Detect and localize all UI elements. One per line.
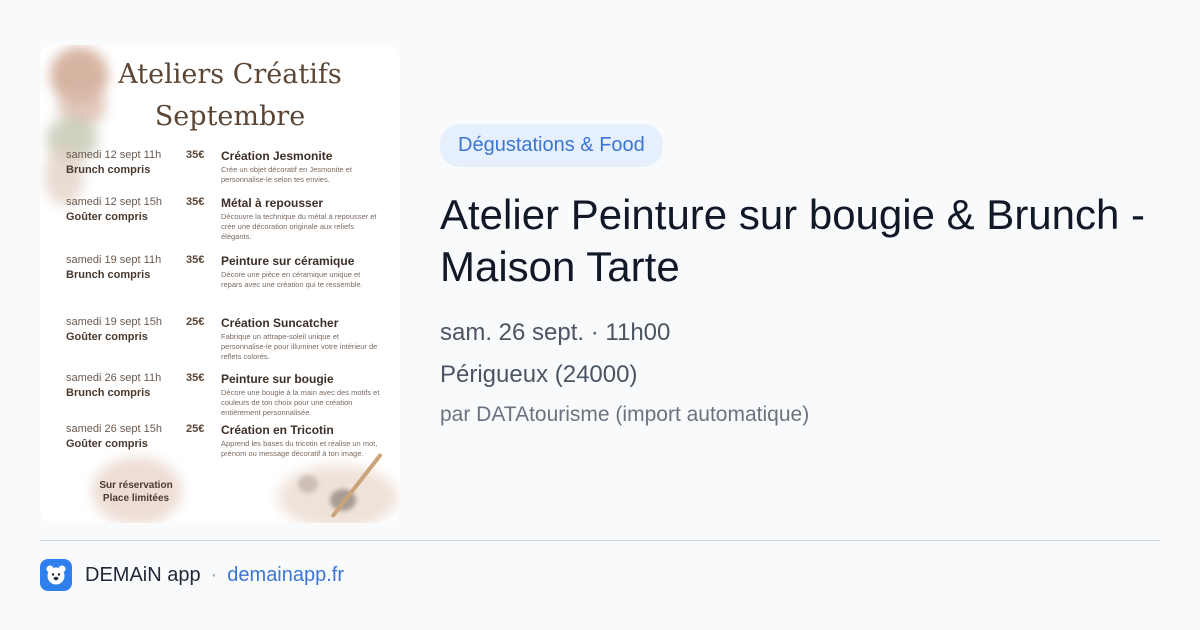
poster-event-date: samedi 19 sept 11h xyxy=(66,254,162,266)
event-location: Périgueux (24000) xyxy=(440,361,638,388)
poster-event-extra: Goûter compris xyxy=(66,211,148,223)
poster-event-date: samedi 26 sept 15h xyxy=(66,423,163,435)
bear-icon xyxy=(46,565,66,585)
poster-event-extra: Brunch compris xyxy=(66,269,151,281)
poster-event-list: samedi 12 sept 11h Brunch compris 35€ Cr… xyxy=(40,45,400,523)
event-title: Atelier Peinture sur bougie & Brunch - M… xyxy=(440,191,1146,290)
poster-event-price: 25€ xyxy=(186,316,205,328)
poster-event-name: Création en Tricotin xyxy=(221,423,334,437)
footer-separator: · xyxy=(210,563,218,586)
footer: DEMAiN app · demainapp.fr xyxy=(40,558,344,592)
poster-event-date: samedi 26 sept 11h xyxy=(66,372,162,384)
footer-divider xyxy=(40,540,1160,541)
poster-event-description: Décore une pièce en céramique unique et … xyxy=(221,270,363,289)
event-datetime: sam. 26 sept. · 11h00 xyxy=(440,319,671,346)
event-source: par DATAtourisme (import automatique) xyxy=(440,403,810,426)
poster-event-price: 35€ xyxy=(186,149,205,161)
app-website-link[interactable]: demainapp.fr xyxy=(227,564,344,587)
event-info: Dégustations & Food Atelier Peinture sur… xyxy=(440,124,1160,427)
poster-event-name: Peinture sur bougie xyxy=(221,372,334,386)
poster-event-date: samedi 12 sept 11h xyxy=(66,149,162,161)
poster-event-extra: Goûter compris xyxy=(66,438,148,450)
capacity-line: Place limitées xyxy=(102,493,170,504)
bear-app-icon xyxy=(40,559,72,591)
poster-reservation-note: Sur réservation Place limitées xyxy=(96,479,176,505)
category-badge[interactable]: Dégustations & Food xyxy=(440,124,663,167)
poster-event-price: 35€ xyxy=(186,196,205,208)
poster-event-description: Fabrique un attrape-soleil unique et per… xyxy=(221,332,378,361)
event-poster-image: Ateliers Créatifs Septembre samedi 12 se… xyxy=(40,45,400,523)
poster-event-description: Apprend les bases du tricotin et réalise… xyxy=(221,439,378,458)
poster-event-price: 35€ xyxy=(186,254,205,266)
poster-event-description: Découvre la technique du métal à repouss… xyxy=(221,212,377,241)
poster-event-price: 25€ xyxy=(186,423,205,435)
reservation-line: Sur réservation xyxy=(99,480,173,491)
poster-event-name: Peinture sur céramique xyxy=(221,254,355,268)
poster-event-name: Création Jesmonite xyxy=(221,149,333,163)
poster-event-extra: Brunch compris xyxy=(66,387,151,399)
poster-event-description: Crée un objet décoratif en Jesmonite et … xyxy=(221,165,352,184)
poster-event-name: Métal à repousser xyxy=(221,196,324,210)
poster-event-extra: Brunch compris xyxy=(66,164,151,176)
poster-event-name: Création Suncatcher xyxy=(221,316,339,330)
app-name: DEMAiN app xyxy=(85,563,201,586)
poster-event-extra: Goûter compris xyxy=(66,331,148,343)
poster-event-price: 35€ xyxy=(186,372,205,384)
poster-event-date: samedi 19 sept 15h xyxy=(66,316,163,328)
poster-event-description: Décore une bougie à la main avec des mot… xyxy=(221,388,380,417)
poster-event-date: samedi 12 sept 15h xyxy=(66,196,163,208)
